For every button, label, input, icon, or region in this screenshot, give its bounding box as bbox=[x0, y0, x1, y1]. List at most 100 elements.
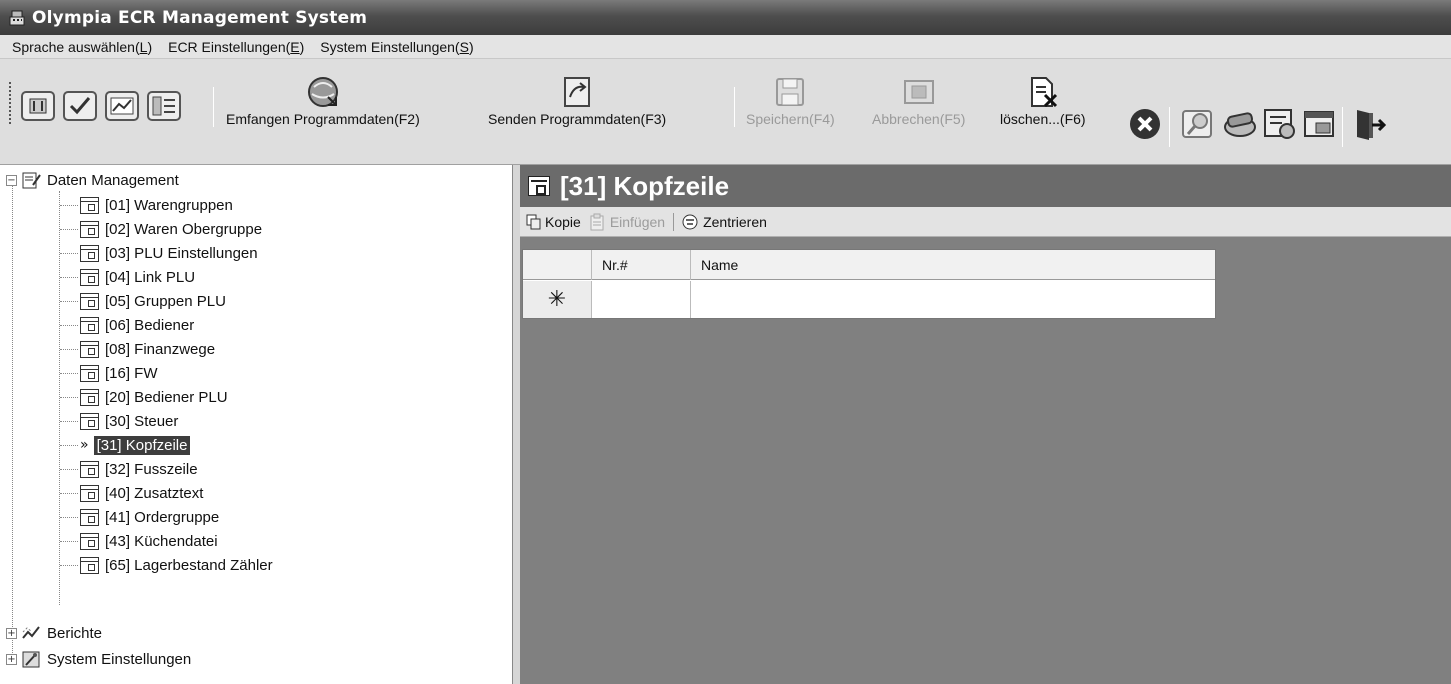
table-icon bbox=[80, 220, 99, 238]
floppy-disk-icon bbox=[776, 78, 805, 106]
main-toolbar: Emfangen Programmdaten(F2) Senden Progra… bbox=[0, 59, 1451, 165]
tree-connector bbox=[60, 469, 78, 470]
content-header: [31] Kopfzeile bbox=[520, 165, 1451, 207]
cash-register-icon bbox=[9, 10, 25, 25]
toolbar-separator bbox=[1342, 107, 1343, 147]
selected-arrow-icon: » bbox=[80, 437, 89, 453]
cancel-button[interactable]: Abbrechen(F5) bbox=[872, 75, 965, 127]
calendar-icon[interactable] bbox=[1302, 107, 1338, 141]
table-icon bbox=[80, 244, 99, 262]
copy-button[interactable]: Kopie bbox=[526, 214, 589, 230]
center-align-icon bbox=[682, 214, 698, 229]
paste-icon bbox=[590, 213, 604, 230]
tree-item[interactable]: [03] PLU Einstellungen bbox=[80, 241, 258, 265]
paste-button[interactable]: Einfügen bbox=[589, 213, 673, 231]
cards-icon[interactable] bbox=[1222, 107, 1258, 141]
tree-node-reports[interactable]: + Berichte bbox=[6, 621, 102, 645]
cell-nr[interactable] bbox=[592, 281, 691, 318]
delete-button[interactable]: löschen...(F6) bbox=[1000, 75, 1086, 127]
search-user-icon[interactable] bbox=[1180, 107, 1216, 141]
exit-door-icon[interactable] bbox=[1352, 107, 1388, 143]
page-title: [31] Kopfzeile bbox=[560, 170, 730, 201]
table-icon bbox=[80, 484, 99, 502]
tree-item[interactable]: [04] Link PLU bbox=[80, 265, 195, 289]
grid-header: Nr.# Name bbox=[523, 250, 1215, 280]
table-icon bbox=[80, 292, 99, 310]
tree-item[interactable]: [30] Steuer bbox=[80, 409, 178, 433]
copy-icon bbox=[526, 214, 541, 229]
toolbar-separator bbox=[213, 87, 214, 127]
toolbar-separator bbox=[673, 212, 675, 231]
tree-item[interactable]: [06] Bediener bbox=[80, 313, 194, 337]
cell-name[interactable] bbox=[691, 281, 1215, 318]
tree-item[interactable]: [08] Finanzwege bbox=[80, 337, 215, 361]
tree-item-selected[interactable]: » [31] Kopfzeile bbox=[80, 433, 191, 457]
save-button[interactable]: Speichern(F4) bbox=[746, 75, 835, 127]
table-icon bbox=[80, 412, 99, 430]
tree-item[interactable]: [16] FW bbox=[80, 361, 158, 385]
new-row-marker[interactable]: ✳ bbox=[523, 281, 592, 318]
table-icon bbox=[80, 196, 99, 214]
tree-item[interactable]: [20] Bediener PLU bbox=[80, 385, 228, 409]
chart-window-icon[interactable] bbox=[104, 89, 140, 123]
title-bar: Olympia ECR Management System bbox=[0, 0, 1451, 35]
tree-connector bbox=[60, 493, 78, 494]
tree-connector bbox=[60, 349, 78, 350]
tree-item[interactable]: [32] Fusszeile bbox=[80, 457, 198, 481]
table-icon bbox=[80, 340, 99, 358]
toolbar-grip[interactable] bbox=[8, 81, 12, 125]
checklist-icon[interactable] bbox=[62, 89, 98, 123]
report-icon[interactable] bbox=[1262, 107, 1298, 141]
tree-connector bbox=[60, 373, 78, 374]
list-window-icon[interactable] bbox=[146, 89, 182, 123]
receive-globe-icon bbox=[307, 77, 338, 107]
tree-connector bbox=[60, 421, 78, 422]
toolbar-separator bbox=[1169, 107, 1170, 147]
tree-connector bbox=[60, 517, 78, 518]
grid-toolbar: Kopie Einfügen Zentrieren bbox=[520, 207, 1451, 237]
report-chart-icon bbox=[22, 626, 40, 639]
menu-ecr-settings[interactable]: ECR Einstellungen(E) bbox=[160, 39, 312, 55]
content-pane: [31] Kopfzeile Kopie Einfügen Zentrieren… bbox=[520, 165, 1451, 684]
tree-connector bbox=[12, 185, 13, 659]
table-icon bbox=[528, 176, 550, 196]
column-header-nr[interactable]: Nr.# bbox=[592, 250, 691, 280]
tree-item[interactable]: [43] Küchendatei bbox=[80, 529, 218, 553]
menu-bar: Sprache auswählen(L) ECR Einstellungen(E… bbox=[0, 35, 1451, 59]
data-grid: Nr.# Name ✳ bbox=[522, 249, 1216, 319]
table-icon bbox=[80, 508, 99, 526]
tree-connector bbox=[60, 325, 78, 326]
tree-node-data-management[interactable]: − Daten Management bbox=[6, 168, 179, 192]
tree-item[interactable]: [41] Ordergruppe bbox=[80, 505, 219, 529]
tools-icon bbox=[22, 651, 40, 668]
expand-icon[interactable]: + bbox=[6, 653, 17, 665]
expand-icon[interactable]: + bbox=[6, 627, 17, 639]
tree-item[interactable]: [40] Zusatztext bbox=[80, 481, 203, 505]
receive-data-button[interactable]: Emfangen Programmdaten(F2) bbox=[226, 75, 420, 127]
menu-language[interactable]: Sprache auswählen(L) bbox=[4, 39, 160, 55]
send-data-button[interactable]: Senden Programmdaten(F3) bbox=[488, 75, 666, 127]
close-circle-icon[interactable] bbox=[1128, 107, 1162, 141]
tree-connector bbox=[60, 277, 78, 278]
tree-node-system-settings[interactable]: + System Einstellungen bbox=[6, 647, 191, 671]
tree-connector bbox=[60, 397, 78, 398]
column-header-name[interactable]: Name bbox=[691, 250, 1215, 280]
settings-icon[interactable] bbox=[20, 89, 56, 123]
new-row: ✳ bbox=[523, 281, 1215, 318]
tree-connector bbox=[60, 229, 78, 230]
tree-item[interactable]: [02] Waren Obergruppe bbox=[80, 217, 262, 241]
table-icon bbox=[80, 556, 99, 574]
center-button[interactable]: Zentrieren bbox=[682, 214, 775, 230]
tree-node-label: Daten Management bbox=[47, 171, 179, 189]
menu-system-settings[interactable]: System Einstellungen(S) bbox=[312, 39, 481, 55]
tree-item[interactable]: [01] Warengruppen bbox=[80, 193, 233, 217]
cancel-window-icon bbox=[903, 80, 934, 104]
tree-item[interactable]: [05] Gruppen PLU bbox=[80, 289, 226, 313]
table-icon bbox=[80, 364, 99, 382]
tree-item[interactable]: [65] Lagerbestand Zähler bbox=[80, 553, 273, 577]
delete-document-icon bbox=[1030, 77, 1057, 108]
table-icon bbox=[80, 532, 99, 550]
table-icon bbox=[80, 460, 99, 478]
collapse-icon[interactable]: − bbox=[6, 174, 17, 186]
document-edit-icon bbox=[22, 172, 41, 189]
